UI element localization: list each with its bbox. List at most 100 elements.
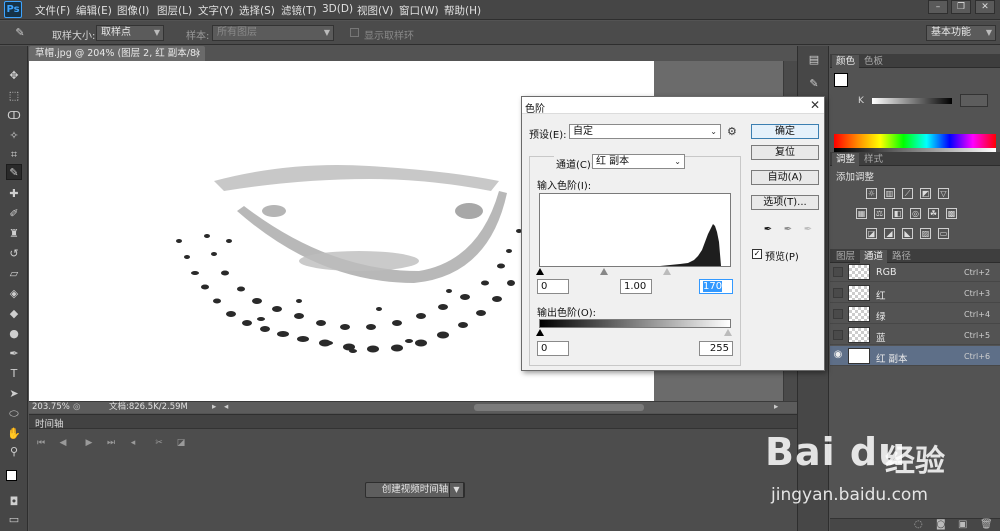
photo-filter-icon[interactable]: ◎ — [910, 208, 921, 219]
brightness-icon[interactable]: ☼ — [866, 188, 877, 199]
move-tool-icon[interactable]: ✥ — [6, 68, 22, 84]
channel-row-rgb[interactable]: RGB Ctrl+2 — [830, 262, 1000, 282]
zoom-tool-icon[interactable]: ⚲ — [6, 444, 22, 460]
channel-row-red-copy[interactable]: ◉ 红 副本 Ctrl+6 — [830, 346, 1000, 366]
brush-tool-icon[interactable]: ✐ — [6, 206, 22, 222]
visibility-toggle[interactable] — [833, 267, 843, 277]
show-ring-checkbox[interactable] — [350, 28, 359, 37]
menu-image[interactable]: 图像(I) — [117, 3, 149, 18]
tab-color[interactable]: 颜色 — [832, 55, 860, 68]
menu-edit[interactable]: 编辑(E) — [76, 3, 112, 18]
options-button[interactable]: 选项(T)... — [751, 195, 819, 210]
scroll-left-icon[interactable]: ◂ — [224, 402, 228, 413]
input-black-field[interactable]: 0 — [537, 279, 569, 294]
curves-icon[interactable]: ⟋ — [902, 188, 913, 199]
reset-button[interactable]: 复位 — [751, 145, 819, 160]
close-tab-icon[interactable]: ✕ — [194, 46, 201, 61]
crop-tool-icon[interactable]: ⌗ — [6, 147, 22, 163]
menu-select[interactable]: 选择(S) — [239, 3, 275, 18]
menu-layer[interactable]: 图层(L) — [157, 3, 192, 18]
next-frame-icon[interactable]: ⏭ — [105, 437, 117, 449]
menu-file[interactable]: 文件(F) — [35, 3, 70, 18]
sample-size-select[interactable]: 取样点 ▼ — [96, 25, 164, 41]
shape-tool-icon[interactable]: ⬭ — [6, 406, 22, 422]
first-frame-icon[interactable]: ⏮ — [35, 437, 47, 449]
minimize-icon[interactable]: – — [928, 0, 948, 14]
black-eyedropper-icon[interactable]: ✒ — [762, 224, 774, 236]
screen-mode-icon[interactable]: ▭ — [6, 512, 22, 528]
vibrance-icon[interactable]: ▽ — [938, 188, 949, 199]
split-icon[interactable]: ✂ — [153, 437, 165, 449]
quick-mask-icon[interactable]: ◘ — [6, 494, 22, 510]
black-white-icon[interactable]: ◧ — [892, 208, 903, 219]
path-selection-tool-icon[interactable]: ➤ — [6, 386, 22, 402]
auto-button[interactable]: 自动(A) — [751, 170, 819, 185]
output-white-slider[interactable] — [724, 329, 732, 336]
color-spectrum[interactable] — [834, 134, 996, 148]
audio-icon[interactable]: ◂ — [127, 437, 139, 449]
tab-swatches[interactable]: 色板 — [860, 55, 887, 68]
magic-wand-tool-icon[interactable]: ✧ — [6, 128, 22, 144]
tab-styles[interactable]: 样式 — [860, 153, 887, 166]
color-balance-icon[interactable]: ⚖ — [874, 208, 885, 219]
foreground-color-swatch[interactable] — [6, 470, 17, 481]
blur-tool-icon[interactable]: ◆ — [6, 306, 22, 322]
zoom-level[interactable]: 203.75% — [32, 402, 70, 413]
horizontal-scroll-thumb[interactable] — [474, 404, 644, 411]
close-icon[interactable]: ✕ — [810, 98, 820, 112]
pen-tool-icon[interactable]: ✒ — [6, 346, 22, 362]
menu-3d[interactable]: 3D(D) — [322, 3, 353, 15]
hue-icon[interactable]: ▦ — [856, 208, 867, 219]
sample-select[interactable]: 所有图层 ▼ — [212, 25, 334, 41]
visibility-toggle[interactable] — [833, 288, 843, 298]
invert-icon[interactable]: ◪ — [866, 228, 877, 239]
eye-icon[interactable]: ◉ — [833, 350, 843, 361]
menu-filter[interactable]: 滤镜(T) — [281, 3, 317, 18]
chevron-down-icon[interactable]: ▼ — [449, 482, 464, 498]
selective-color-icon[interactable]: ▨ — [920, 228, 931, 239]
input-white-slider[interactable] — [663, 268, 671, 275]
properties-panel-icon[interactable]: ✎ — [806, 76, 822, 92]
restore-icon[interactable]: ❐ — [951, 0, 971, 14]
lasso-tool-icon[interactable]: ↀ — [6, 108, 22, 124]
channel-row-red[interactable]: 红 Ctrl+3 — [830, 283, 1000, 303]
menu-type[interactable]: 文字(Y) — [198, 3, 234, 18]
exposure-icon[interactable]: ◩ — [920, 188, 931, 199]
channel-row-green[interactable]: 绿 Ctrl+4 — [830, 304, 1000, 324]
paint-bucket-tool-icon[interactable]: ◈ — [6, 286, 22, 302]
status-menu-icon[interactable]: ◎ — [73, 402, 80, 413]
eyedropper-tool-icon[interactable]: ✎ — [12, 25, 28, 41]
gradient-map-icon[interactable]: ▭ — [938, 228, 949, 239]
history-panel-icon[interactable]: ▤ — [806, 52, 822, 68]
status-arrow-icon[interactable]: ▸ — [212, 402, 216, 413]
menu-view[interactable]: 视图(V) — [357, 3, 393, 18]
posterize-icon[interactable]: ◢ — [884, 228, 895, 239]
gray-eyedropper-icon[interactable]: ✒ — [782, 224, 794, 236]
visibility-toggle[interactable] — [833, 330, 843, 340]
workspace-select[interactable]: 基本功能 ▼ — [926, 25, 996, 41]
foreground-color-swatch[interactable] — [834, 73, 848, 87]
k-value-input[interactable] — [960, 94, 988, 107]
output-white-field[interactable]: 255 — [699, 341, 733, 356]
healing-brush-tool-icon[interactable]: ✚ — [6, 186, 22, 202]
color-lookup-icon[interactable]: ▩ — [946, 208, 957, 219]
input-gamma-slider[interactable] — [600, 268, 608, 275]
preset-options-icon[interactable]: ⚙ — [727, 125, 737, 138]
channel-row-blue[interactable]: 蓝 Ctrl+5 — [830, 325, 1000, 345]
levels-icon[interactable]: ▥ — [884, 188, 895, 199]
channel-mixer-icon[interactable]: ☘ — [928, 208, 939, 219]
output-black-slider[interactable] — [536, 329, 544, 336]
input-white-field[interactable]: 170 — [699, 279, 733, 294]
transition-icon[interactable]: ◪ — [175, 437, 187, 449]
hand-tool-icon[interactable]: ✋ — [6, 426, 22, 442]
channel-select[interactable]: 红 副本 ⌄ — [592, 154, 685, 169]
document-tab[interactable]: 草帽.jpg @ 204% (图层 2, 红 副本/8) * ✕ — [29, 46, 205, 74]
k-slider[interactable] — [872, 98, 952, 104]
output-black-field[interactable]: 0 — [537, 341, 569, 356]
tab-adjustments[interactable]: 调整 — [832, 153, 860, 166]
dodge-tool-icon[interactable]: ● — [6, 326, 22, 342]
input-black-slider[interactable] — [536, 268, 544, 275]
eraser-tool-icon[interactable]: ▱ — [6, 266, 22, 282]
input-gamma-field[interactable]: 1.00 — [620, 279, 652, 294]
white-eyedropper-icon[interactable]: ✒ — [802, 224, 814, 236]
